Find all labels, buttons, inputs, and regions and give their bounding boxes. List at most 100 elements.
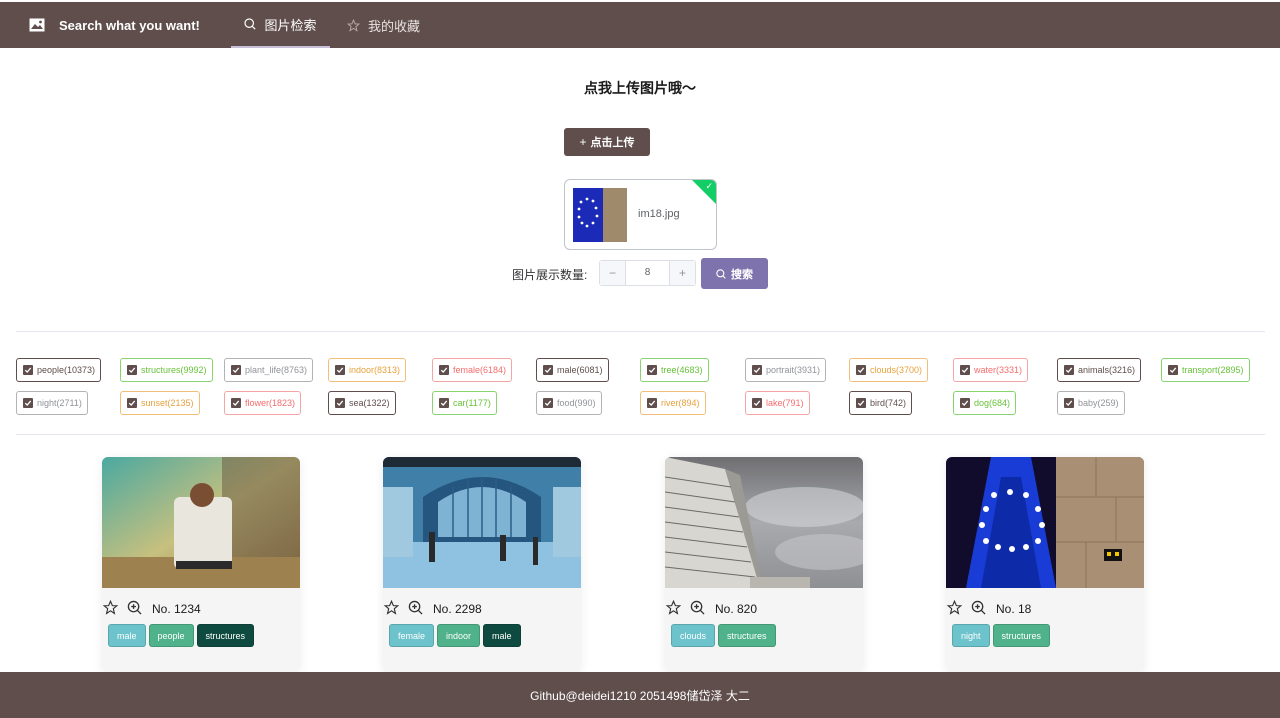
tag-filter-transport[interactable]: transport(2895) [1161, 358, 1250, 382]
tag-filter-dog[interactable]: dog(684) [953, 391, 1017, 415]
tag-filter-water[interactable]: water(3331) [953, 358, 1029, 382]
result-tag: male [483, 624, 521, 647]
tag-filter-indoor[interactable]: indoor(8313) [328, 358, 407, 382]
image-number: No. 1234 [152, 602, 201, 616]
footer-text: Github@deidei1210 2051498储岱泽 大二 [530, 688, 750, 703]
tag-filter-label: baby(259) [1078, 398, 1119, 408]
upload-button[interactable]: + 点击上传 [564, 128, 650, 156]
tag-filter-baby[interactable]: baby(259) [1057, 391, 1125, 415]
uploaded-file-card[interactable]: im18.jpg ✓ [564, 179, 717, 250]
tag-filter-portrait[interactable]: portrait(3931) [745, 358, 827, 382]
tag-filter-people[interactable]: people(10373) [16, 358, 102, 382]
tag-filter-bird[interactable]: bird(742) [849, 391, 913, 415]
result-image[interactable] [102, 457, 300, 588]
uploaded-file-name: im18.jpg [638, 208, 680, 220]
tag-filter-tree[interactable]: tree(4683) [640, 358, 709, 382]
tag-filter-label: sunset(2135) [141, 398, 194, 408]
tag-filter-label: dog(684) [974, 398, 1011, 408]
divider [16, 331, 1265, 332]
checkbox-checked-icon [752, 398, 762, 408]
tag-filter-female[interactable]: female(6184) [432, 358, 513, 382]
result-image[interactable] [665, 457, 863, 588]
tag-filter-label: clouds(3700) [870, 365, 923, 375]
search-icon [244, 18, 257, 30]
zoom-in-icon[interactable] [690, 600, 705, 615]
checkbox-checked-icon [127, 365, 137, 375]
favorite-star-icon[interactable] [103, 600, 118, 615]
tag-filter-label: tree(4683) [661, 365, 703, 375]
card-tag-list: night structures [952, 624, 1051, 647]
tab-my-favorites[interactable]: 我的收藏 [347, 2, 420, 48]
tag-filter-label: plant_life(8763) [245, 365, 308, 375]
card-tag-list: male people structures [108, 624, 255, 647]
result-card: No. 2298 female indoor male [383, 457, 581, 672]
tag-filter-label: transport(2895) [1182, 365, 1244, 375]
checkbox-checked-icon [647, 398, 657, 408]
favorite-star-icon[interactable] [666, 600, 681, 615]
tag-filter-car[interactable]: car(1177) [432, 391, 497, 415]
checkbox-checked-icon [335, 398, 345, 408]
checkbox-checked-icon [647, 365, 657, 375]
zoom-in-icon[interactable] [127, 600, 142, 615]
app-header: Search what you want! 图片检索 我的收藏 [0, 2, 1280, 48]
tag-filter-animals[interactable]: animals(3216) [1057, 358, 1142, 382]
image-number: No. 2298 [433, 602, 482, 616]
result-tag: female [389, 624, 435, 647]
zoom-in-icon[interactable] [408, 600, 423, 615]
stepper-increase-button[interactable]: + [669, 261, 695, 285]
checkbox-checked-icon [335, 365, 345, 375]
tag-filter-label: animals(3216) [1078, 365, 1136, 375]
result-image[interactable] [946, 457, 1144, 588]
tag-filter-food[interactable]: food(990) [536, 391, 602, 415]
tag-filter-label: night(2711) [37, 398, 82, 408]
tag-filter-label: car(1177) [453, 398, 491, 408]
tag-filter-label: lake(791) [766, 398, 804, 408]
search-button[interactable]: 搜索 [701, 258, 768, 289]
tag-filter-label: portrait(3931) [766, 365, 821, 375]
zoom-in-icon[interactable] [971, 600, 986, 615]
image-number: No. 18 [996, 602, 1032, 616]
tag-filter-plant-life[interactable]: plant_life(8763) [224, 358, 314, 382]
tag-filter-night[interactable]: night(2711) [16, 391, 88, 415]
picture-icon [29, 18, 45, 32]
tag-filter-label: structures(9992) [141, 365, 207, 375]
tag-filter-male[interactable]: male(6081) [536, 358, 609, 382]
checkbox-checked-icon [543, 365, 553, 375]
checkbox-checked-icon [231, 365, 241, 375]
display-count-label: 图片展示数量: [512, 268, 588, 282]
result-image[interactable] [383, 457, 581, 588]
favorite-star-icon[interactable] [384, 600, 399, 615]
result-tag: male [108, 624, 146, 647]
tab-my-favorites-label: 我的收藏 [368, 18, 421, 34]
tag-filter-label: sea(1322) [349, 398, 390, 408]
result-tag: people [148, 624, 194, 647]
result-tag: structures [718, 624, 776, 647]
display-count-input[interactable]: 8 [626, 261, 669, 285]
result-card: No. 820 clouds structures [665, 457, 863, 672]
tag-filter-lake[interactable]: lake(791) [745, 391, 810, 415]
tag-filter-sunset[interactable]: sunset(2135) [120, 391, 200, 415]
checkbox-checked-icon [960, 398, 970, 408]
tag-filter-sea[interactable]: sea(1322) [328, 391, 396, 415]
tag-filter-structures[interactable]: structures(9992) [120, 358, 213, 382]
checkbox-checked-icon [439, 365, 449, 375]
divider [16, 434, 1265, 435]
tag-filter-label: flower(1823) [245, 398, 296, 408]
card-tag-list: female indoor male [389, 624, 521, 647]
tab-image-search[interactable]: 图片检索 [231, 2, 330, 48]
app-title: Search what you want! [59, 17, 200, 33]
stepper-decrease-button[interactable]: − [600, 261, 626, 285]
star-icon [347, 18, 360, 32]
tag-filter-river[interactable]: river(894) [640, 391, 706, 415]
tag-filter-label: indoor(8313) [349, 365, 401, 375]
tag-filter-label: water(3331) [974, 365, 1023, 375]
tag-filter-label: bird(742) [870, 398, 907, 408]
display-count-stepper: − 8 + [599, 260, 696, 286]
brand: Search what you want! [29, 2, 200, 48]
tag-filter-clouds[interactable]: clouds(3700) [849, 358, 929, 382]
tag-filter-flower[interactable]: flower(1823) [224, 391, 302, 415]
favorite-star-icon[interactable] [947, 600, 962, 615]
search-button-label: 搜索 [731, 268, 753, 281]
result-tag: structures [992, 624, 1051, 647]
checkbox-checked-icon [856, 398, 866, 408]
